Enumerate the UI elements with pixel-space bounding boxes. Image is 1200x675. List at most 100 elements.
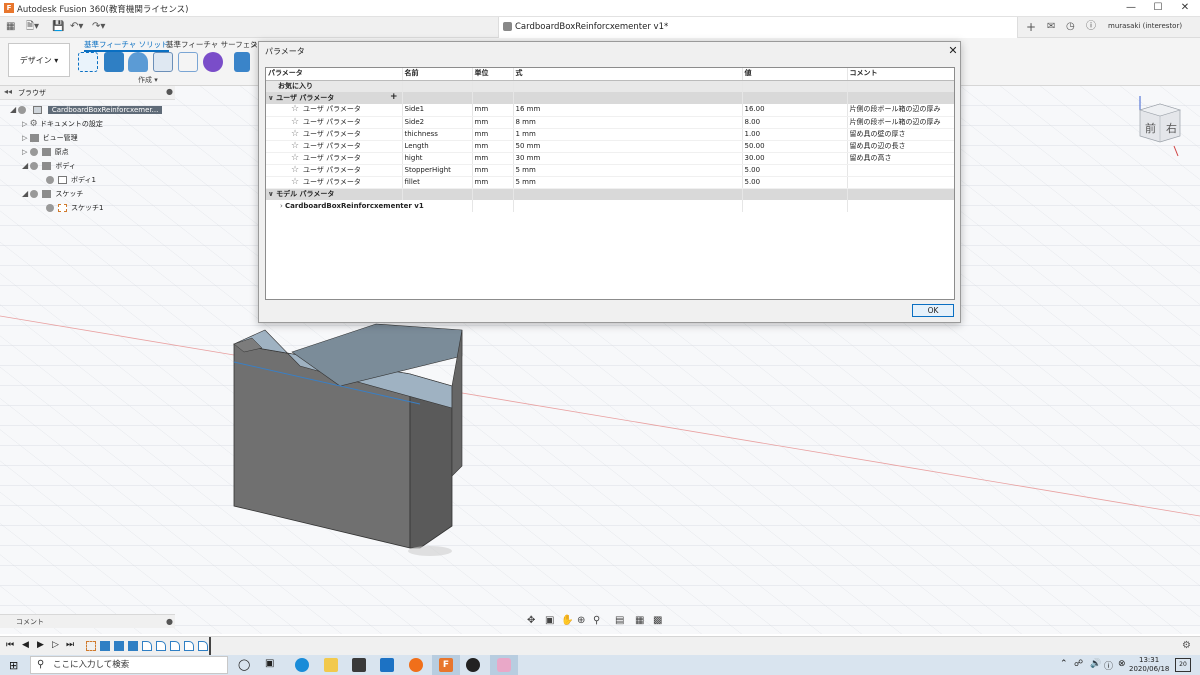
step-forward-icon[interactable]: ▷ [52, 640, 59, 650]
slack-taskbar-button[interactable] [490, 655, 518, 675]
browser-item-sketches[interactable]: ◢ スケッチ [22, 187, 83, 201]
form-icon[interactable] [203, 52, 223, 72]
create-menu[interactable]: 作成 ▾ [138, 75, 158, 85]
browser-item-sketch1[interactable]: スケッチ1 [46, 201, 103, 215]
fit-icon[interactable]: ⚲ [593, 615, 600, 626]
param-unit[interactable]: mm [472, 140, 514, 153]
viewcube-right-label[interactable]: 右 [1166, 120, 1177, 136]
browser-item-origin[interactable]: ▷ 原点 [22, 145, 69, 159]
param-name[interactable]: Side2 [402, 116, 473, 129]
shell-icon[interactable] [153, 52, 173, 72]
browser-item-document-settings[interactable]: ▷ ⚙ ドキュメントの設定 [22, 117, 103, 131]
table-row[interactable]: ☆ ユーザ パラメータ hight mm 30 mm 30.00 留め具の高さ [266, 152, 954, 165]
param-unit[interactable]: mm [472, 176, 514, 189]
save-icon[interactable]: 💾 [52, 20, 64, 34]
timeline-extrude-icon[interactable] [114, 641, 124, 651]
timeline-fillet-icon[interactable] [156, 641, 166, 651]
timeline-fillet-icon[interactable] [184, 641, 194, 651]
cortana-icon[interactable]: ◯ [238, 658, 250, 671]
param-expression[interactable]: 16 mm [513, 104, 743, 117]
param-unit[interactable]: mm [472, 152, 514, 165]
create-sketch-icon[interactable] [78, 52, 98, 72]
star-icon[interactable]: ☆ [290, 117, 300, 128]
browser-item-bodies[interactable]: ◢ ボディ [22, 159, 76, 173]
eye-icon[interactable] [18, 106, 27, 114]
param-unit[interactable]: mm [472, 116, 514, 129]
eye-icon[interactable] [46, 204, 54, 212]
table-row[interactable]: ☆ ユーザ パラメータ Length mm 50 mm 50.00 留め具の辺の長… [266, 140, 954, 153]
file-explorer-icon[interactable] [324, 658, 338, 672]
param-expression[interactable]: 50 mm [513, 140, 743, 153]
eye-icon[interactable] [29, 148, 38, 156]
orbit-icon[interactable]: ✥ [527, 615, 535, 626]
param-unit[interactable]: mm [472, 164, 514, 177]
timeline-sketch-icon[interactable] [86, 641, 96, 651]
minimize-button[interactable]: — [1124, 2, 1138, 14]
column-header-value[interactable]: 値 [742, 68, 848, 81]
param-comment[interactable]: 片側の段ボール箱の辺の厚み [847, 104, 954, 117]
param-comment[interactable]: 片側の段ボール箱の辺の厚み [847, 116, 954, 129]
document-tab[interactable]: CardboardBoxReinforcxementer v1* [498, 17, 1018, 38]
dialog-close-button[interactable]: ✕ [945, 43, 961, 59]
param-name[interactable]: Length [402, 140, 473, 153]
param-comment[interactable] [847, 176, 954, 189]
param-comment[interactable] [847, 164, 954, 177]
comments-panel[interactable]: コメント ● [0, 614, 175, 628]
play-icon[interactable]: ▶ [37, 640, 44, 650]
viewports-icon[interactable]: ▩ [653, 615, 662, 626]
timeline-extrude-icon[interactable] [128, 641, 138, 651]
model-parameter-item-row[interactable]: › CardboardBoxReinforcxementer v1 [266, 200, 954, 212]
browser-item-root[interactable]: ◢ CardboardBoxReinforcxemer... [10, 103, 163, 117]
param-unit[interactable]: mm [472, 104, 514, 117]
clock-icon[interactable]: ◷ [1066, 20, 1075, 34]
table-row[interactable]: ☆ ユーザ パラメータ Side1 mm 16 mm 16.00 片側の段ボール箱… [266, 104, 954, 117]
param-name[interactable]: Side1 [402, 104, 473, 117]
zoom-icon[interactable]: ⊕ [577, 615, 585, 626]
chevron-down-icon[interactable]: ∨ [268, 94, 274, 102]
notifications-icon[interactable]: ✉ [1047, 20, 1055, 34]
table-row[interactable]: ☆ ユーザ パラメータ StopperHight mm 5 mm 5.00 [266, 164, 954, 177]
windows-start-icon[interactable]: ⊞ [9, 659, 18, 672]
file-menu-icon[interactable]: 🗎▾ [26, 20, 39, 34]
chevron-right-icon[interactable]: › [280, 202, 283, 210]
step-back-icon[interactable]: ◀ [22, 640, 29, 650]
timeline-marker[interactable] [209, 637, 211, 655]
pan-icon[interactable]: ✋ [561, 615, 573, 626]
collapse-panel-icon[interactable]: ◂◂ [4, 87, 12, 96]
comments-pin-icon[interactable]: ● [166, 615, 173, 629]
star-icon[interactable]: ☆ [290, 177, 300, 188]
task-view-icon[interactable]: ▣ [265, 658, 274, 669]
chevron-down-icon[interactable]: ∨ [268, 190, 274, 198]
model-parameters-group-row[interactable]: ∨ モデル パラメータ [266, 188, 954, 200]
display-settings-icon[interactable]: ▤ [615, 615, 624, 626]
column-header-parameter[interactable]: パラメータ [266, 68, 403, 81]
maximize-button[interactable]: ☐ [1151, 2, 1165, 14]
app-icon[interactable] [466, 658, 480, 672]
eye-icon[interactable] [46, 176, 54, 184]
user-name[interactable]: murasaki (interestor) [1108, 22, 1182, 30]
ok-button[interactable]: OK [912, 304, 954, 317]
pattern-icon[interactable] [178, 52, 198, 72]
firefox-icon[interactable] [409, 658, 423, 672]
close-window-button[interactable]: ✕ [1178, 2, 1192, 14]
star-icon[interactable]: ☆ [290, 153, 300, 164]
data-panel-icon[interactable]: ▦ [6, 20, 15, 34]
param-name[interactable]: fillet [402, 176, 473, 189]
param-expression[interactable]: 5 mm [513, 176, 743, 189]
mail-icon[interactable] [380, 658, 394, 672]
column-header-name[interactable]: 名前 [402, 68, 473, 81]
param-name[interactable]: thichness [402, 128, 473, 141]
param-expression[interactable]: 5 mm [513, 164, 743, 177]
param-expression[interactable]: 1 mm [513, 128, 743, 141]
extrude-icon[interactable] [104, 52, 124, 72]
timeline-settings-icon[interactable]: ⚙ [1182, 640, 1191, 651]
modify-icon[interactable] [234, 52, 250, 72]
table-row[interactable]: ☆ ユーザ パラメータ fillet mm 5 mm 5.00 [266, 176, 954, 189]
store-icon[interactable] [352, 658, 366, 672]
viewcube-front-label[interactable]: 前 [1145, 120, 1156, 136]
fusion-taskbar-button[interactable]: F [432, 655, 460, 675]
browser-pin-icon[interactable]: ● [166, 87, 173, 96]
timeline-fillet-icon[interactable] [170, 641, 180, 651]
timeline-fillet-icon[interactable] [142, 641, 152, 651]
timeline-fillet-icon[interactable] [198, 641, 208, 651]
